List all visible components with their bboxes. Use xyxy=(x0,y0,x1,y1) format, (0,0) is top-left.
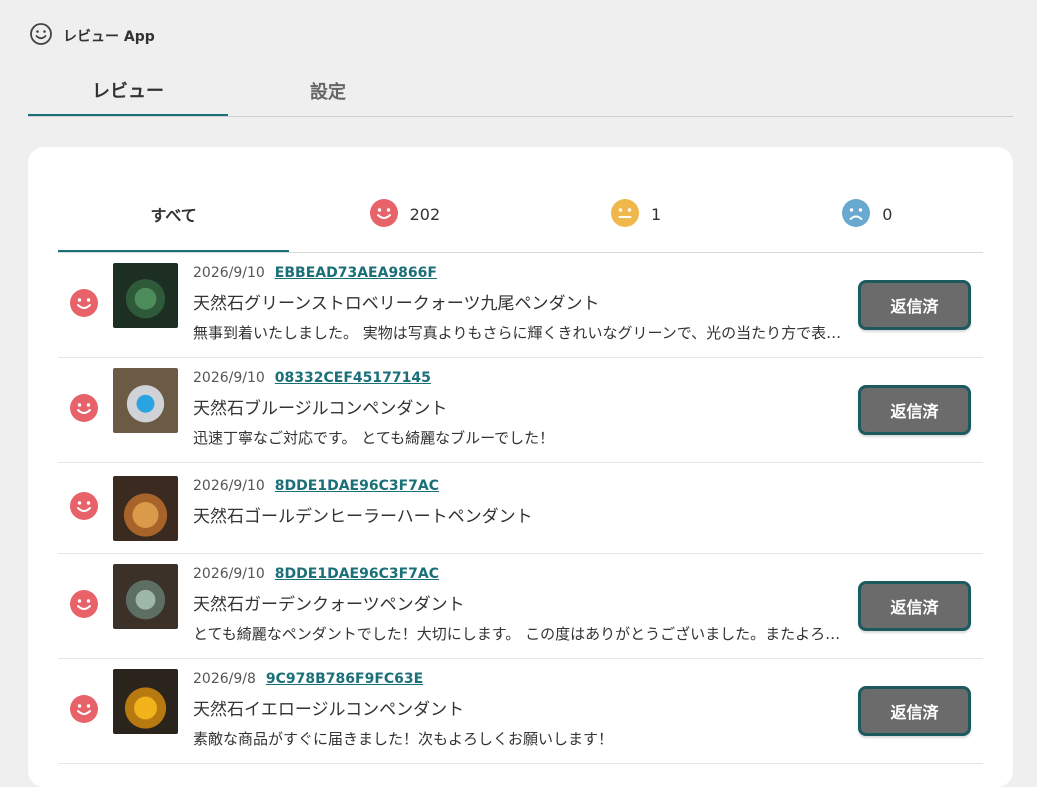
happy-face-icon xyxy=(70,394,98,426)
app-header: レビュー App xyxy=(29,22,155,50)
product-thumbnail xyxy=(113,564,178,629)
tab-settings[interactable]: 設定 xyxy=(228,66,428,116)
order-id-link[interactable]: 8DDE1DAE96C3F7AC xyxy=(275,566,439,582)
filter-tab-neutral[interactable]: 1 xyxy=(521,177,752,252)
product-thumbnail xyxy=(113,263,178,328)
sentiment-filter-tabs: すべて 202 1 0 xyxy=(58,177,983,253)
reviews-card: すべて 202 1 0 2026/9/10 EBBEAD73AEA9866F 天… xyxy=(28,147,1013,787)
product-name: 天然石グリーンストロベリークォーツ九尾ペンダント xyxy=(193,294,600,314)
review-date: 2026/9/8 xyxy=(193,671,256,687)
main-tabs: レビュー 設定 xyxy=(28,66,1013,117)
review-row[interactable]: 2026/9/10 8DDE1DAE96C3F7AC 天然石ゴールデンヒーラーハ… xyxy=(58,463,983,554)
happy-face-icon xyxy=(70,492,98,524)
order-id-link[interactable]: EBBEAD73AEA9866F xyxy=(275,265,437,281)
sad-face-icon xyxy=(842,198,871,231)
order-id-link[interactable]: 9C978B786F9FC63E xyxy=(266,671,423,687)
happy-face-icon xyxy=(70,590,98,622)
product-thumbnail xyxy=(113,669,178,734)
negative-count: 0 xyxy=(882,205,893,224)
review-info: 2026/9/10 08332CEF45177145 天然石ブルージルコンペンダ… xyxy=(193,368,843,448)
review-row[interactable]: 2026/9/10 08332CEF45177145 天然石ブルージルコンペンダ… xyxy=(58,358,983,463)
review-comment: 無事到着いたしました。 実物は写真よりもさらに輝くきれいなグリーンで、光の当たり… xyxy=(193,324,843,342)
review-row[interactable]: 2026/9/10 EBBEAD73AEA9866F 天然石グリーンストロベリー… xyxy=(58,253,983,358)
review-info: 2026/9/10 EBBEAD73AEA9866F 天然石グリーンストロベリー… xyxy=(193,263,843,343)
happy-face-icon xyxy=(70,289,98,321)
review-comment: 迅速丁寧なご対応です。 とても綺麗なブルーでした！ xyxy=(193,429,555,447)
happy-face-icon xyxy=(369,198,398,231)
product-name: 天然石ゴールデンヒーラーハートペンダント xyxy=(193,507,533,527)
order-id-link[interactable]: 8DDE1DAE96C3F7AC xyxy=(275,478,439,494)
product-name: 天然石ガーデンクォーツペンダント xyxy=(193,595,465,615)
review-info: 2026/9/8 9C978B786F9FC63E 天然石イエロージルコンペンダ… xyxy=(193,669,843,749)
product-name: 天然石ブルージルコンペンダント xyxy=(193,399,448,419)
app-title: レビュー App xyxy=(63,29,155,45)
review-row[interactable]: 2026/9/8 9C978B786F9FC63E 天然石イエロージルコンペンダ… xyxy=(58,659,983,764)
neutral-face-icon xyxy=(611,198,640,231)
filter-tab-negative[interactable]: 0 xyxy=(752,177,983,252)
replied-button[interactable]: 返信済 xyxy=(858,385,971,435)
review-date: 2026/9/10 xyxy=(193,265,265,281)
review-info: 2026/9/10 8DDE1DAE96C3F7AC 天然石ゴールデンヒーラーハ… xyxy=(193,476,843,527)
filter-all-label: すべて xyxy=(150,205,197,225)
order-id-link[interactable]: 08332CEF45177145 xyxy=(275,370,431,386)
product-thumbnail xyxy=(113,476,178,541)
review-date: 2026/9/10 xyxy=(193,478,265,494)
review-info: 2026/9/10 8DDE1DAE96C3F7AC 天然石ガーデンクォーツペン… xyxy=(193,564,843,644)
positive-count: 202 xyxy=(409,205,441,224)
tab-reviews[interactable]: レビュー xyxy=(28,66,228,116)
smile-logo-icon xyxy=(29,22,53,50)
review-date: 2026/9/10 xyxy=(193,370,265,386)
product-thumbnail xyxy=(113,368,178,433)
product-name: 天然石イエロージルコンペンダント xyxy=(193,700,465,720)
replied-button[interactable]: 返信済 xyxy=(858,686,971,736)
review-comment: 素敵な商品がすぐに届きました！次もよろしくお願いします！ xyxy=(193,730,614,748)
review-list: 2026/9/10 EBBEAD73AEA9866F 天然石グリーンストロベリー… xyxy=(58,253,983,764)
replied-button[interactable]: 返信済 xyxy=(858,581,971,631)
replied-button[interactable]: 返信済 xyxy=(858,280,971,330)
review-date: 2026/9/10 xyxy=(193,566,265,582)
filter-tab-positive[interactable]: 202 xyxy=(289,177,520,252)
neutral-count: 1 xyxy=(651,205,662,224)
happy-face-icon xyxy=(70,695,98,727)
filter-tab-all[interactable]: すべて xyxy=(58,177,290,252)
review-comment: とても綺麗なペンダントでした！大切にします。 この度はありがとうございました。ま… xyxy=(193,625,843,643)
review-row[interactable]: 2026/9/10 8DDE1DAE96C3F7AC 天然石ガーデンクォーツペン… xyxy=(58,554,983,659)
